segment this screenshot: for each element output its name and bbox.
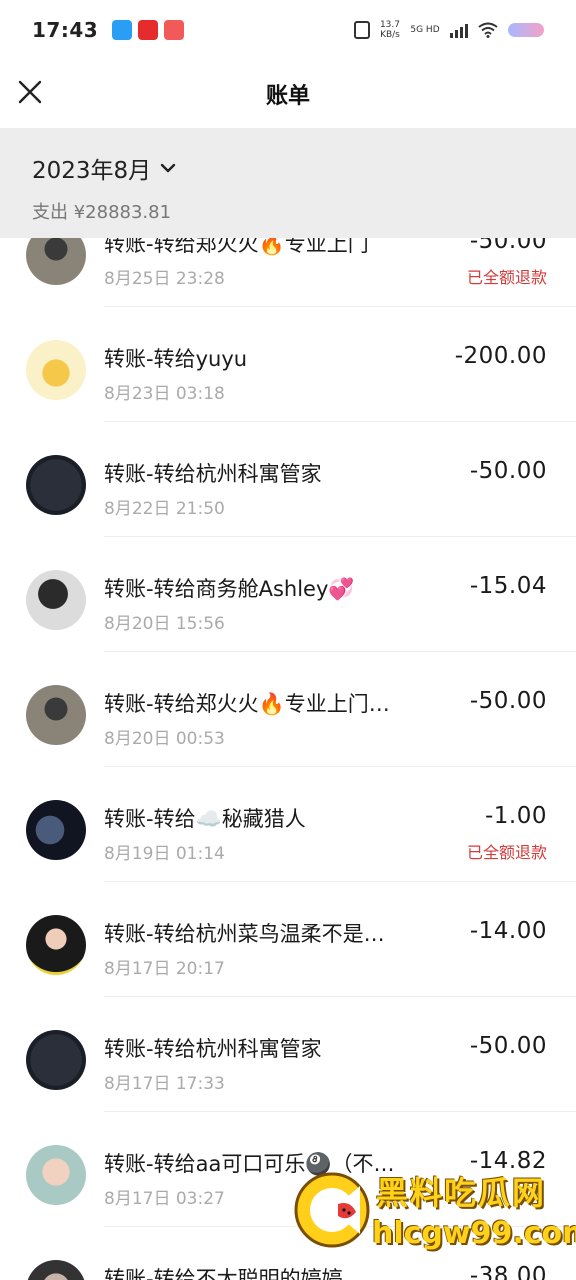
network-type: 5G HD [410, 25, 440, 35]
transaction-amount: -1.00 [484, 803, 547, 829]
transaction-date: 8月17日 03:27 [104, 1189, 225, 1209]
battery-icon [508, 23, 544, 37]
avatar [26, 570, 86, 630]
wifi-icon [478, 22, 498, 38]
watermark-logo-icon [294, 1172, 370, 1248]
page-title: 账单 [265, 84, 310, 109]
vibrate-icon [353, 21, 370, 39]
chevron-down-icon [160, 163, 176, 173]
transaction-row[interactable]: 转账-转给商务舱Ashley💞 8月20日 15:56 -15.04 [0, 537, 576, 652]
notification-icons [112, 20, 185, 40]
transaction-date: 8月23日 03:18 [104, 384, 225, 404]
transaction-date: 8月17日 20:17 [104, 959, 225, 979]
month-header: 2023年8月 支出 ¥28883.81 [0, 128, 576, 238]
transaction-row[interactable]: 转账-转给郑火火🔥专业上门… 8月20日 00:53 -50.00 [0, 652, 576, 767]
transaction-amount: -200.00 [454, 343, 547, 369]
transaction-date: 8月17日 17:33 [104, 1074, 225, 1094]
avatar [26, 1145, 86, 1205]
avatar [26, 1260, 86, 1280]
transaction-title: 转账-转给杭州菜鸟温柔不是… [104, 922, 385, 946]
net-speed-unit: KB/s [380, 30, 400, 40]
transaction-date: 8月20日 15:56 [104, 614, 225, 634]
transaction-title: 转账-转给杭州科寓管家 [104, 1037, 322, 1061]
avatar [26, 455, 86, 515]
avatar [26, 685, 86, 745]
app-notification-icon [164, 20, 185, 40]
status-time: 17:43 [32, 18, 99, 42]
month-label: 2023年8月 [32, 158, 152, 184]
transaction-row[interactable]: 转账-转给杭州菜鸟温柔不是… 8月17日 20:17 -14.00 [0, 882, 576, 997]
transaction-title: 转账-转给杭州科寓管家 [104, 462, 322, 486]
transaction-amount: -50.00 [469, 1033, 547, 1059]
transaction-date: 8月20日 00:53 [104, 729, 225, 749]
month-selector[interactable]: 2023年8月 [32, 128, 544, 204]
spend-total: 支出 ¥28883.81 [32, 202, 172, 223]
transaction-amount: -15.04 [469, 573, 547, 599]
transaction-title: 转账-转给商务舱Ashley💞 [104, 577, 355, 601]
transaction-list[interactable]: 转账-转给郑火火🔥专业上门 8月25日 23:28 -50.00 已全额退款 转… [0, 192, 576, 1280]
transaction-row[interactable]: 转账-转给杭州科寓管家 8月22日 21:50 -50.00 [0, 422, 576, 537]
avatar [26, 915, 86, 975]
net-speed-value: 13.7 [379, 20, 400, 30]
watermark-url: hlcgw99.com [372, 1216, 576, 1251]
transaction-date: 8月25日 23:28 [104, 269, 225, 289]
transaction-title: 转账-转给郑火火🔥专业上门… [104, 692, 390, 716]
app-notification-icon [138, 20, 159, 40]
refund-status: 已全额退款 [466, 843, 547, 862]
avatar [26, 340, 86, 400]
watermark: 黑料吃瓜网 hlcgw99.com [290, 1160, 576, 1280]
refund-status: 已全额退款 [466, 268, 547, 287]
nav-bar: 账单 [0, 60, 576, 128]
transaction-amount: -50.00 [469, 458, 547, 484]
net-speed: 13.7 KB/s [380, 20, 400, 40]
watermark-title: 黑料吃瓜网 [376, 1174, 547, 1212]
transaction-row[interactable]: 转账-转给yuyu 8月23日 03:18 -200.00 [0, 307, 576, 422]
close-icon[interactable] [16, 78, 44, 106]
avatar [26, 1030, 86, 1090]
transaction-title: 转账-转给☁️秘藏猎人 [104, 807, 306, 831]
transaction-amount: -50.00 [469, 688, 547, 714]
status-bar: 17:43 13.7 KB/s 5G HD [0, 0, 576, 60]
avatar [26, 800, 86, 860]
transaction-date: 8月19日 01:14 [104, 844, 225, 864]
signal-icon [450, 22, 468, 38]
transaction-row[interactable]: 转账-转给☁️秘藏猎人 8月19日 01:14 -1.00 已全额退款 [0, 767, 576, 882]
transaction-date: 8月22日 21:50 [104, 499, 225, 519]
app-notification-icon [112, 20, 133, 40]
transaction-row[interactable]: 转账-转给杭州科寓管家 8月17日 17:33 -50.00 [0, 997, 576, 1112]
transaction-amount: -14.00 [469, 918, 547, 944]
transaction-title: 转账-转给yuyu [104, 347, 248, 371]
